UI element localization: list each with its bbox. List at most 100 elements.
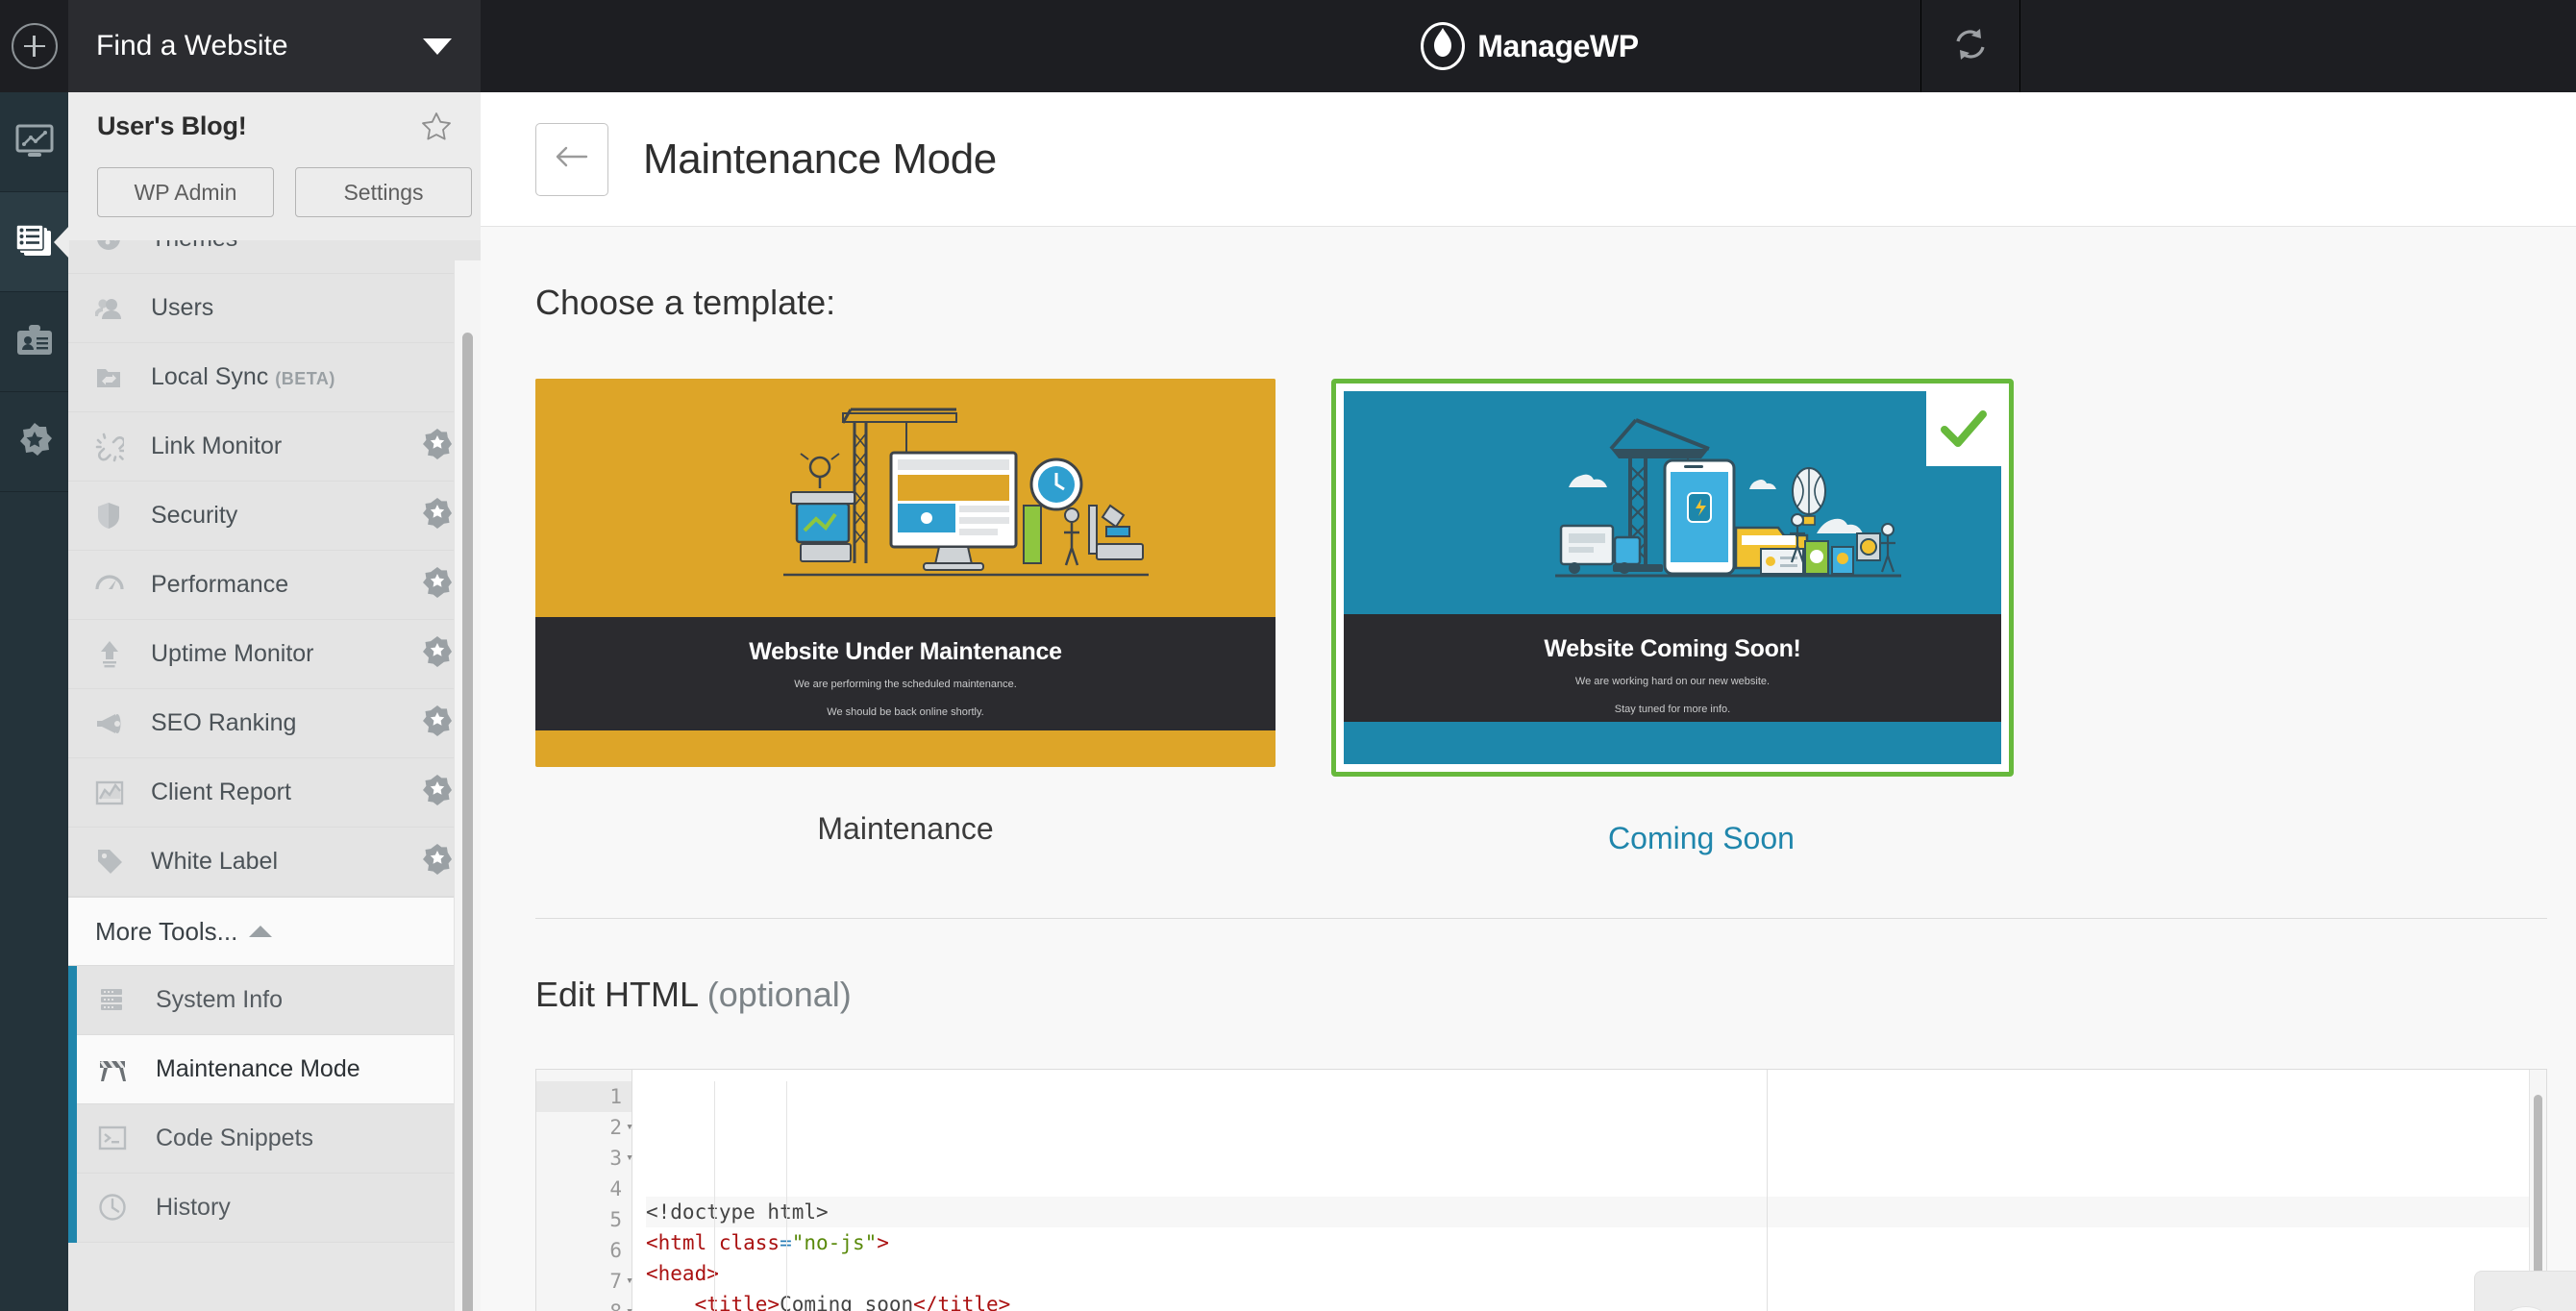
sidebar-scrollbar-thumb[interactable] xyxy=(462,333,473,1311)
settings-badge-icon xyxy=(14,422,55,462)
editor-line-number: 8▾ xyxy=(536,1297,633,1311)
sidebar-scrollbar[interactable] xyxy=(454,260,481,1311)
sidebar-item-uptime-monitor[interactable]: Uptime Monitor xyxy=(68,620,481,689)
premium-badge-icon[interactable] xyxy=(421,635,454,673)
terminal-icon xyxy=(98,1124,142,1154)
page-title: Maintenance Mode xyxy=(643,135,997,183)
top-bar: ManageWP xyxy=(481,0,2576,92)
brand: ManageWP xyxy=(481,21,2576,71)
fold-arrow-icon[interactable]: ▾ xyxy=(618,1143,633,1174)
template-footer xyxy=(535,730,1276,752)
more-tools-toggle[interactable]: More Tools... xyxy=(68,897,481,966)
template-heading: Website Under Maintenance xyxy=(749,638,1062,665)
template-card-maintenance[interactable]: Website Under Maintenance We are perform… xyxy=(535,379,1276,856)
submenu-item-history[interactable]: History xyxy=(77,1174,481,1243)
pages-list-icon xyxy=(14,223,55,261)
sidebar-item-label: Performance xyxy=(151,571,289,598)
sidebar-item-seo-ranking[interactable]: SEO Ranking xyxy=(68,689,481,758)
website-panel: Find a Website User's Blog! WP Admin Set… xyxy=(68,0,481,1311)
premium-badge-icon[interactable] xyxy=(421,774,454,811)
wp-admin-button[interactable]: WP Admin xyxy=(97,167,274,217)
page-header: Maintenance Mode xyxy=(481,92,2576,227)
submenu-item-label: History xyxy=(156,1194,231,1221)
premium-badge-icon[interactable] xyxy=(421,566,454,604)
sidebar-item-local-sync[interactable]: Local Sync (BETA) xyxy=(68,343,481,412)
sidebar-item-label: Security xyxy=(151,502,238,529)
palette-icon xyxy=(95,240,139,255)
chevron-down-icon[interactable] xyxy=(423,37,452,55)
editor-line-number: 5 xyxy=(609,1208,622,1231)
sidebar-item-label: White Label xyxy=(151,848,279,875)
managewp-logo-icon xyxy=(1418,21,1468,71)
upload-arrow-icon xyxy=(95,639,139,670)
site-header: User's Blog! WP Admin Settings xyxy=(68,92,481,240)
construction-crane-mobile-illustration xyxy=(1344,391,2001,614)
template-preview-coming-soon[interactable]: Website Coming Soon! We are working hard… xyxy=(1344,391,2001,764)
template-preview-maintenance[interactable]: Website Under Maintenance We are perform… xyxy=(535,379,1276,767)
premium-badge-icon[interactable] xyxy=(421,705,454,742)
rail-item-settings[interactable] xyxy=(0,392,68,492)
editor-line-number: 3 ▾ xyxy=(536,1143,633,1174)
users-icon xyxy=(95,293,139,324)
template-band-coming-soon: Website Coming Soon! We are working hard… xyxy=(1344,614,2001,722)
folder-sync-icon xyxy=(95,362,139,393)
construction-crane-desktop-illustration xyxy=(535,379,1276,617)
editor-code-line: <html class="no-js"> xyxy=(646,1231,889,1254)
submenu-item-system-info[interactable]: System Info xyxy=(77,966,481,1035)
editor-code-line: <!doctype html> xyxy=(646,1197,2546,1227)
template-label-coming-soon[interactable]: Coming Soon xyxy=(1331,821,2071,856)
sidebar-item-performance[interactable]: Performance xyxy=(68,551,481,620)
editor-code-line: <title>Coming soon</title> xyxy=(694,1293,1011,1311)
edit-html-heading: Edit HTML (optional) xyxy=(535,919,2576,1015)
back-button[interactable] xyxy=(535,122,608,196)
page-content: Choose a template: Website Under Mainten… xyxy=(481,227,2576,1311)
editor-line-number: 4 xyxy=(609,1177,622,1200)
premium-badge-icon[interactable] xyxy=(421,428,454,465)
template-line2: Stay tuned for more info. xyxy=(1614,703,1731,715)
check-mark-icon xyxy=(1926,391,2001,466)
shield-icon xyxy=(95,501,139,532)
sidebar-item-white-label[interactable]: White Label xyxy=(68,828,481,897)
icon-rail xyxy=(0,0,69,1311)
more-tools-submenu: System Info Maintenance Mode Code Snippets… xyxy=(68,966,481,1243)
html-editor[interactable]: 12▾3▾ 4 5 6 7▾8▾ <!doctype html> <html class=… xyxy=(535,1069,2547,1311)
settings-button[interactable]: Settings xyxy=(295,167,472,217)
sidebar-item-themes[interactable]: Themes xyxy=(68,240,481,274)
fold-arrow-icon[interactable]: ▾ xyxy=(618,1112,633,1143)
megaphone-icon xyxy=(95,708,139,739)
fold-arrow-icon[interactable]: ▾ xyxy=(618,1266,633,1297)
premium-badge-icon[interactable] xyxy=(421,497,454,534)
template-label-maintenance[interactable]: Maintenance xyxy=(535,811,1276,847)
find-website-dropdown[interactable]: Find a Website xyxy=(68,0,481,92)
sync-refresh-icon xyxy=(1951,25,1990,68)
sidebar-item-client-report[interactable]: Client Report xyxy=(68,758,481,828)
template-selected-border[interactable]: Website Coming Soon! We are working hard… xyxy=(1331,379,2014,777)
premium-badge-icon[interactable] xyxy=(421,843,454,880)
add-website-cell[interactable] xyxy=(0,0,68,92)
submenu-item-label: System Info xyxy=(156,986,283,1013)
submenu-item-maintenance-mode[interactable]: Maintenance Mode xyxy=(77,1035,481,1104)
fold-arrow-icon[interactable]: ▾ xyxy=(618,1297,633,1311)
sidebar-item-label: Uptime Monitor xyxy=(151,640,314,667)
app-root: Find a Website User's Blog! WP Admin Set… xyxy=(0,0,2576,1311)
sidebar-item-users[interactable]: Users xyxy=(68,274,481,343)
template-line1: We are working hard on our new website. xyxy=(1574,676,1771,687)
server-icon xyxy=(98,985,142,1016)
editor-code[interactable]: <!doctype html> <html class="no-js"> <head… xyxy=(632,1070,2546,1311)
star-outline-icon[interactable] xyxy=(421,111,452,141)
submenu-item-code-snippets[interactable]: Code Snippets xyxy=(77,1104,481,1174)
dashboard-monitor-icon xyxy=(15,124,54,161)
editor-scrollbar-thumb[interactable] xyxy=(2534,1095,2542,1287)
find-website-label: Find a Website xyxy=(96,30,288,62)
plus-circle-icon[interactable] xyxy=(11,23,58,69)
sidebar-item-link-monitor[interactable]: Link Monitor xyxy=(68,412,481,482)
sync-button[interactable] xyxy=(1920,0,2020,92)
chevron-left-icon[interactable] xyxy=(2495,1306,2556,1311)
rail-item-client-reports[interactable] xyxy=(0,292,68,392)
rail-item-dashboard[interactable] xyxy=(0,92,68,192)
rail-item-websites[interactable] xyxy=(0,192,69,292)
template-card-coming-soon[interactable]: Website Coming Soon! We are working hard… xyxy=(1331,379,2071,856)
chevron-up-icon[interactable] xyxy=(249,926,273,937)
sidebar-item-security[interactable]: Security xyxy=(68,482,481,551)
collapse-panel-button[interactable] xyxy=(2474,1271,2576,1311)
